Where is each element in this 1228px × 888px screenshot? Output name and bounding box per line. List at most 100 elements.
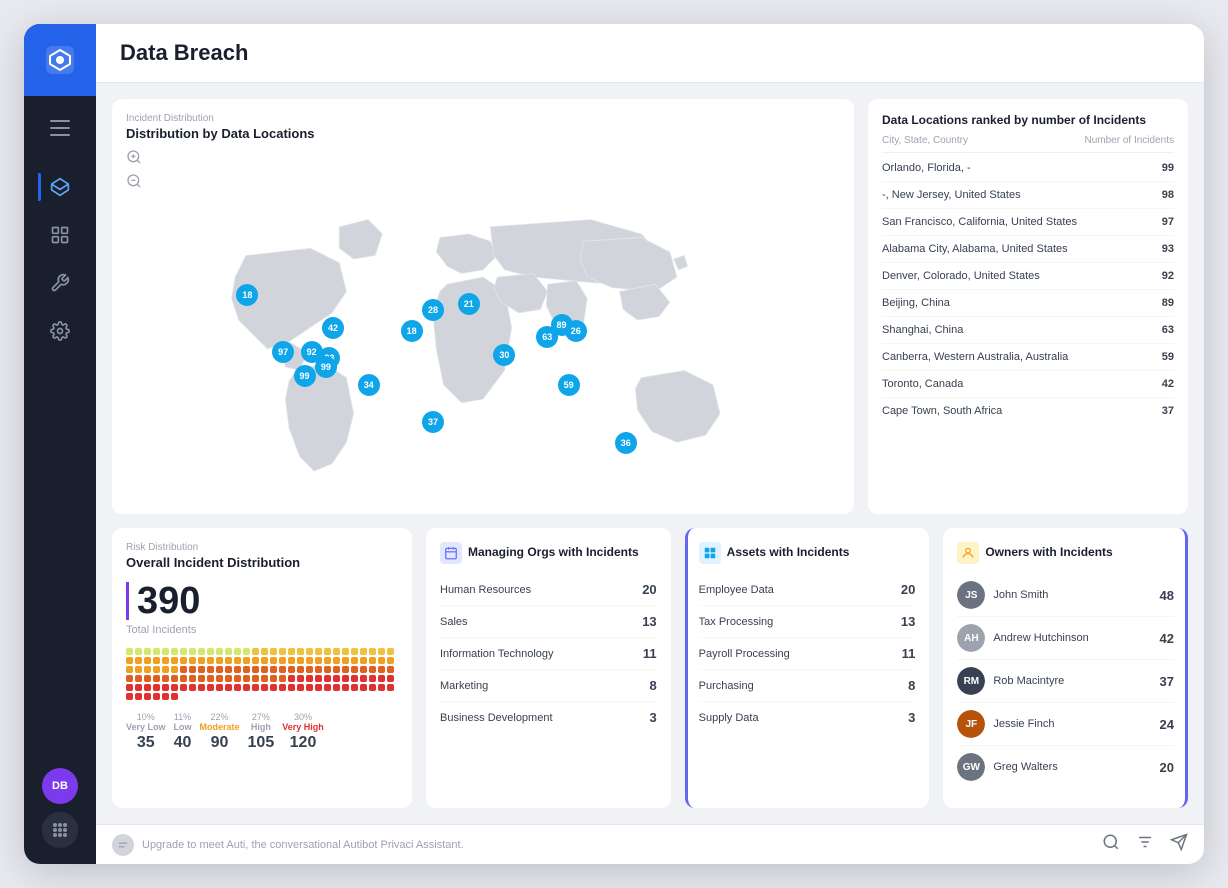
map-pin[interactable]: 63 bbox=[536, 326, 558, 348]
sidebar-bottom: DB bbox=[42, 768, 78, 864]
top-row: Incident Distribution Distribution by Da… bbox=[112, 99, 1188, 514]
page-title: Data Breach bbox=[120, 40, 1180, 66]
orgs-title: Managing Orgs with Incidents bbox=[468, 545, 639, 561]
map-title: Distribution by Data Locations bbox=[126, 126, 840, 141]
list-item: Supply Data3 bbox=[699, 702, 916, 733]
list-item: Denver, Colorado, United States92 bbox=[882, 263, 1174, 290]
list-item: San Francisco, California, United States… bbox=[882, 209, 1174, 236]
owners-header: Owners with Incidents bbox=[957, 542, 1174, 564]
list-item: Beijing, China89 bbox=[882, 290, 1174, 317]
owner-item: GW Greg Walters 20 bbox=[957, 746, 1174, 788]
main-content: Data Breach Incident Distribution Distri… bbox=[96, 24, 1204, 864]
risk-card: Risk Distribution Overall Incident Distr… bbox=[112, 528, 412, 808]
list-item: Employee Data20 bbox=[699, 574, 916, 606]
map-pin[interactable]: 97 bbox=[272, 341, 294, 363]
owner-name: Rob Macintyre bbox=[993, 675, 1151, 687]
risk-title: Overall Incident Distribution bbox=[126, 555, 398, 570]
risk-moderate: 22% Moderate 90 bbox=[200, 712, 240, 752]
list-item: Information Technology11 bbox=[440, 638, 657, 670]
risk-total: 390 bbox=[126, 582, 398, 620]
send-icon[interactable] bbox=[1170, 833, 1188, 856]
owner-name: Greg Walters bbox=[993, 761, 1151, 773]
risk-very-low: 10% Very Low 35 bbox=[126, 712, 166, 752]
map-pin[interactable]: 36 bbox=[615, 432, 637, 454]
user-avatar[interactable]: DB bbox=[42, 768, 78, 804]
orgs-list: Human Resources20 Sales13 Information Te… bbox=[440, 574, 657, 794]
risk-high: 27% High 105 bbox=[248, 712, 275, 752]
menu-icon[interactable] bbox=[42, 112, 78, 149]
rankings-card: Data Locations ranked by number of Incid… bbox=[868, 99, 1188, 514]
map-pin[interactable]: 18 bbox=[401, 320, 423, 342]
avatar: GW bbox=[957, 753, 985, 781]
sidebar-item-tools[interactable] bbox=[38, 261, 82, 305]
filter-icon[interactable] bbox=[1136, 833, 1154, 856]
owner-item: AH Andrew Hutchinson 42 bbox=[957, 617, 1174, 660]
map-pin[interactable]: 30 bbox=[493, 344, 515, 366]
map-card: Incident Distribution Distribution by Da… bbox=[112, 99, 854, 514]
map-pin[interactable]: 59 bbox=[558, 374, 580, 396]
chat-icon bbox=[112, 834, 134, 856]
list-item: Tax Processing13 bbox=[699, 606, 916, 638]
bottom-icons bbox=[1102, 833, 1188, 856]
chat-bubble[interactable]: Upgrade to meet Auti, the conversational… bbox=[112, 834, 1090, 856]
map-pin[interactable]: 42 bbox=[322, 317, 344, 339]
list-item: Human Resources20 bbox=[440, 574, 657, 606]
map-pin[interactable]: 99 bbox=[315, 356, 337, 378]
person-icon bbox=[957, 542, 979, 564]
map-pin[interactable]: 26 bbox=[565, 320, 587, 342]
owner-name: Jessie Finch bbox=[993, 718, 1151, 730]
map-pin[interactable]: 34 bbox=[358, 374, 380, 396]
assets-title: Assets with Incidents bbox=[727, 545, 850, 561]
risk-legend: 10% Very Low 35 11% Low 40 22% Moderate bbox=[126, 712, 398, 752]
rankings-list: Orlando, Florida, -99 -, New Jersey, Uni… bbox=[882, 155, 1174, 500]
sidebar-item-layers[interactable] bbox=[38, 165, 82, 209]
map-pin[interactable]: 28 bbox=[422, 299, 444, 321]
total-incidents-label: Total Incidents bbox=[126, 624, 398, 636]
sidebar-item-settings[interactable] bbox=[38, 309, 82, 353]
owner-count: 24 bbox=[1160, 717, 1174, 732]
list-item: Cape Town, South Africa37 bbox=[882, 398, 1174, 424]
bottom-row: Risk Distribution Overall Incident Distr… bbox=[112, 528, 1188, 808]
zoom-in-icon[interactable] bbox=[126, 149, 840, 171]
chat-text: Upgrade to meet Auti, the conversational… bbox=[142, 839, 464, 851]
list-item: Payroll Processing11 bbox=[699, 638, 916, 670]
owners-card: Owners with Incidents JS John Smith 48 A… bbox=[943, 528, 1188, 808]
content-area: Incident Distribution Distribution by Da… bbox=[96, 83, 1204, 824]
calendar-icon bbox=[440, 542, 462, 564]
assets-card: Assets with Incidents Employee Data20 Ta… bbox=[685, 528, 930, 808]
grid-icon bbox=[699, 542, 721, 564]
sidebar-item-dashboard[interactable] bbox=[38, 213, 82, 257]
owner-count: 42 bbox=[1160, 631, 1174, 646]
avatar: JS bbox=[957, 581, 985, 609]
risk-subtitle: Risk Distribution bbox=[126, 542, 398, 553]
orgs-header: Managing Orgs with Incidents bbox=[440, 542, 657, 564]
risk-low: 11% Low 40 bbox=[174, 712, 192, 752]
list-item: Marketing8 bbox=[440, 670, 657, 702]
apps-icon[interactable] bbox=[42, 812, 78, 848]
map-pin[interactable]: 21 bbox=[458, 293, 480, 315]
map-pin[interactable]: 37 bbox=[422, 411, 444, 433]
list-item: Toronto, Canada42 bbox=[882, 371, 1174, 398]
search-icon[interactable] bbox=[1102, 833, 1120, 856]
list-item: Orlando, Florida, -99 bbox=[882, 155, 1174, 182]
assets-list: Employee Data20 Tax Processing13 Payroll… bbox=[699, 574, 916, 794]
sidebar-nav bbox=[24, 165, 96, 353]
list-item: Sales13 bbox=[440, 606, 657, 638]
owners-title: Owners with Incidents bbox=[985, 545, 1112, 561]
map-pin[interactable]: 18 bbox=[236, 284, 258, 306]
world-map[interactable]: 18 42 97 92 93 99 99 28 18 21 34 37 bbox=[126, 198, 840, 500]
bottom-bar: Upgrade to meet Auti, the conversational… bbox=[96, 824, 1204, 864]
map-pin[interactable]: 99 bbox=[294, 365, 316, 387]
list-item: Purchasing8 bbox=[699, 670, 916, 702]
owner-name: John Smith bbox=[993, 589, 1151, 601]
avatar: AH bbox=[957, 624, 985, 652]
list-item: -, New Jersey, United States98 bbox=[882, 182, 1174, 209]
owner-name: Andrew Hutchinson bbox=[993, 632, 1151, 644]
zoom-out-icon[interactable] bbox=[126, 173, 840, 195]
assets-header: Assets with Incidents bbox=[699, 542, 916, 564]
rankings-header: City, State, Country Number of Incidents bbox=[882, 135, 1174, 153]
list-item: Canberra, Western Australia, Australia59 bbox=[882, 344, 1174, 371]
owner-count: 20 bbox=[1160, 760, 1174, 775]
page-header: Data Breach bbox=[96, 24, 1204, 83]
rankings-title: Data Locations ranked by number of Incid… bbox=[882, 113, 1174, 127]
